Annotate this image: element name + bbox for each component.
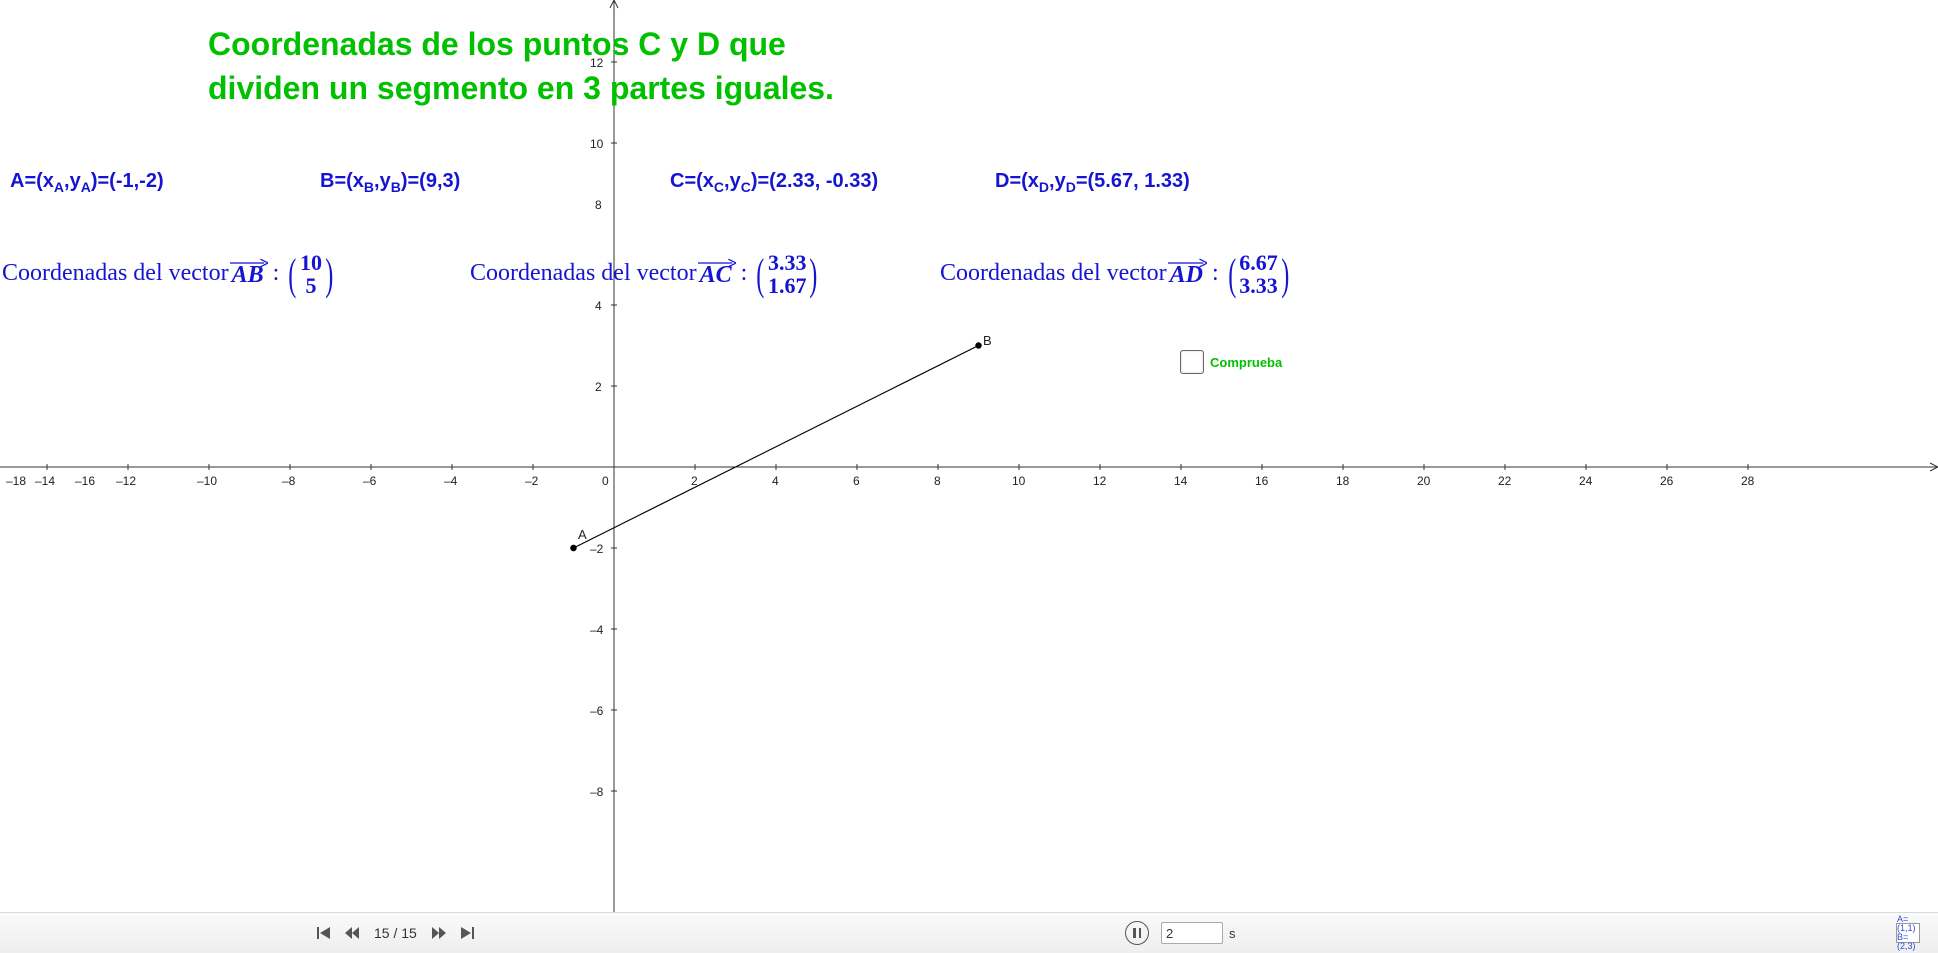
tick-x-neg16-lbl: –16 [75, 474, 95, 488]
skip-last-button[interactable] [456, 922, 478, 944]
step-counter: 15 / 15 [374, 925, 417, 941]
def-C: C=(xC,yC)=(2.33, -0.33) [670, 170, 878, 195]
tick-x-neg2: –2 [525, 474, 538, 488]
tick-y-2: 2 [595, 380, 602, 394]
tick-y-10: 10 [590, 137, 603, 151]
comprueba-label: Comprueba [1210, 355, 1282, 370]
tick-x-neg12: –12 [116, 474, 136, 488]
tick-x-12: 12 [1093, 474, 1106, 488]
tick-x-neg6: –6 [363, 474, 376, 488]
step-back-button[interactable] [341, 922, 363, 944]
tick-x-22: 22 [1498, 474, 1511, 488]
step-forward-button[interactable] [428, 922, 450, 944]
axes-svg [0, 0, 1938, 913]
vector-AC: Coordenadas del vector AC : ( 3.331.67 ) [470, 250, 821, 296]
pause-button[interactable] [1125, 921, 1149, 945]
coordinates-panel-icon[interactable]: A=(1,1) B=(2,3) [1896, 923, 1920, 943]
speed-input[interactable] [1161, 922, 1223, 944]
skip-first-button[interactable] [313, 922, 335, 944]
vector-AD: Coordenadas del vector AD : ( 6.673.33 ) [940, 250, 1292, 296]
tick-x-neg4: –4 [444, 474, 457, 488]
tick-x-26: 26 [1660, 474, 1673, 488]
tick-x-18: 18 [1336, 474, 1349, 488]
speed-unit: s [1229, 926, 1236, 941]
tick-y-8: 8 [595, 198, 602, 212]
point-A-label: A [578, 527, 587, 542]
def-B: B=(xB,yB)=(9,3) [320, 170, 460, 195]
tick-x-neg10: –10 [197, 474, 217, 488]
tick-x-neg14: –14 [35, 474, 55, 488]
tick-y-neg2: –2 [590, 542, 603, 556]
tick-x-8: 8 [934, 474, 941, 488]
tick-y-neg4: –4 [590, 623, 603, 637]
tick-x-28: 28 [1741, 474, 1754, 488]
graph-canvas[interactable]: 0 –2 –4 –6 –8 –10 –12 –14 2 4 6 8 10 12 … [0, 0, 1938, 913]
vector-AB: Coordenadas del vector AB : ( 105 ) [2, 250, 337, 296]
tick-x-6: 6 [853, 474, 860, 488]
tick-x-14: 14 [1174, 474, 1187, 488]
tick-y-neg8: –8 [590, 785, 603, 799]
title-line-2: dividen un segmento en 3 partes iguales. [208, 72, 834, 104]
tick-x-neg18-lbl: –18 [6, 474, 26, 488]
tick-y-neg6: –6 [590, 704, 603, 718]
def-A: A=(xA,yA)=(-1,-2) [10, 170, 164, 195]
tick-x-20: 20 [1417, 474, 1430, 488]
tick-x-4: 4 [772, 474, 779, 488]
tick-x-2: 2 [691, 474, 698, 488]
tick-x-neg8: –8 [282, 474, 295, 488]
comprueba-checkbox[interactable] [1180, 350, 1204, 374]
title-line-1: Coordenadas de los puntos C y D que [208, 28, 786, 60]
tick-x-24: 24 [1579, 474, 1592, 488]
animation-toolbar: 15 / 15 s A=(1,1) B=(2,3) [0, 912, 1938, 953]
def-D: D=(xD,yD=(5.67, 1.33) [995, 170, 1190, 195]
tick-x-16: 16 [1255, 474, 1268, 488]
comprueba-checkbox-group[interactable]: Comprueba [1180, 350, 1282, 374]
tick-y-4: 4 [595, 299, 602, 313]
tick-x-10: 10 [1012, 474, 1025, 488]
tick-0: 0 [602, 474, 609, 488]
point-B-label: B [983, 333, 992, 348]
